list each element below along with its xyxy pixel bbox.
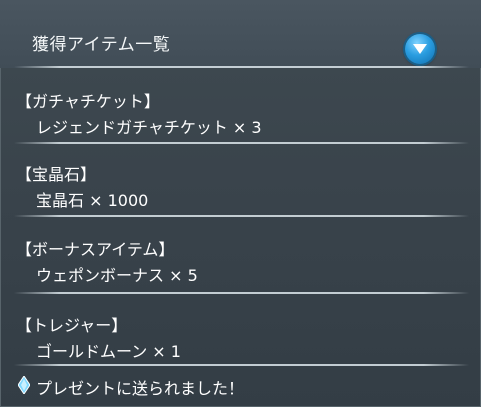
divider [14, 364, 469, 366]
category-label: 【ボーナスアイテム】 [16, 240, 175, 259]
panel-title: 獲得アイテム一覧 [32, 35, 171, 55]
item-entry: 宝晶石 × 1000 [36, 191, 149, 210]
crystal-icon [18, 376, 30, 394]
divider [14, 142, 469, 144]
item-entry: レジェンドガチャチケット × 3 [36, 118, 262, 137]
divider [14, 66, 469, 68]
footer-notice: プレゼントに送られました！ [0, 368, 481, 407]
item-entry: ウェポンボーナス × 5 [36, 266, 198, 285]
divider [14, 215, 469, 217]
category-label: 【ガチャチケット】 [16, 92, 160, 111]
panel-header: 獲得アイテム一覧 [0, 0, 481, 68]
acquired-items-panel: 獲得アイテム一覧 【ガチャチケット】 レジェンドガチャチケット × 3 【宝晶石… [0, 0, 481, 407]
divider [14, 292, 469, 294]
footer-message: プレゼントに送られました！ [36, 379, 245, 398]
triangle-down-icon [413, 44, 427, 54]
item-entry: ゴールドムーン × 1 [36, 342, 181, 361]
category-label: 【トレジャー】 [16, 316, 128, 335]
category-label: 【宝晶石】 [16, 165, 97, 184]
collapse-toggle-button[interactable] [405, 34, 435, 64]
